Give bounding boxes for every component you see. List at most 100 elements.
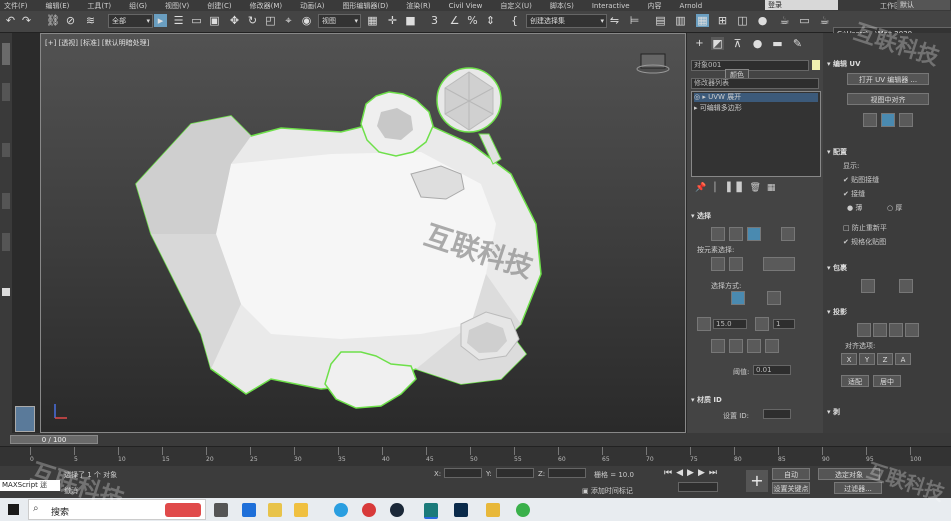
menu-item[interactable]: 修改器(M) (246, 1, 283, 11)
add-time-tag[interactable]: ▣ 添加时间标记 (582, 486, 633, 496)
render-setup-icon[interactable]: ☕ (778, 14, 791, 27)
workspace-select[interactable]: 默认 (897, 0, 950, 10)
place-icon[interactable]: ⌖ (282, 14, 295, 27)
align-y-button[interactable]: Y (859, 353, 875, 365)
menu-item[interactable]: Interactive (588, 2, 630, 10)
projection-title[interactable]: 投影 (827, 307, 847, 317)
modifier-list-dropdown[interactable]: 修改器列表 (691, 78, 819, 89)
keyboard-shortcut-icon[interactable]: ■ (404, 14, 417, 27)
layer-explorer-icon[interactable]: ▥ (674, 14, 687, 27)
material-id-rollout-title[interactable]: 材质 ID (691, 395, 722, 405)
tweak-active-icon[interactable] (881, 113, 895, 127)
menu-item[interactable]: 组(G) (125, 1, 147, 11)
menu-item[interactable]: 视图(V) (161, 1, 189, 11)
object-paint-tab[interactable] (2, 193, 10, 209)
scale-icon[interactable]: ◰ (264, 14, 277, 27)
selection-filter-dropdown[interactable]: 全部 (108, 14, 153, 28)
menu-item[interactable]: 文件(F) (0, 1, 28, 11)
move-icon[interactable]: ✥ (228, 14, 241, 27)
task-view-icon[interactable] (214, 503, 228, 517)
planar-map-icon[interactable] (857, 323, 871, 337)
modify-tab-icon[interactable]: ◩ (711, 37, 724, 50)
z-coord-field[interactable] (548, 468, 586, 478)
y-coord-field[interactable] (496, 468, 534, 478)
redo-icon[interactable]: ↷ (20, 14, 33, 27)
perspective-viewport[interactable]: [+] [透视] [标准] [默认明暗处理] 互联科技 (15, 33, 686, 433)
select-by-mode-icon[interactable] (731, 291, 745, 305)
unlink-icon[interactable]: ⊘ (64, 14, 77, 27)
3dsmax-icon[interactable] (424, 503, 438, 519)
material-editor-icon[interactable]: ● (756, 14, 769, 27)
angle-value-field[interactable]: 15.0 (713, 319, 747, 329)
display-tab-icon[interactable]: ▬ (771, 37, 784, 50)
menu-item[interactable]: 渲染(R) (402, 1, 430, 11)
menu-item[interactable]: 自定义(U) (496, 1, 532, 11)
box-map-icon[interactable] (905, 323, 919, 337)
populate-tab[interactable] (2, 233, 10, 251)
folder-icon[interactable] (294, 503, 308, 517)
steam-icon[interactable] (390, 503, 404, 517)
selection-rollout-title[interactable]: 选择 (691, 211, 711, 221)
align-z-button[interactable]: Z (877, 353, 893, 365)
explorer-icon[interactable] (268, 503, 282, 517)
selection-tab[interactable] (2, 143, 10, 157)
select-y-icon[interactable] (729, 339, 743, 353)
align-icon[interactable]: ⊨ (628, 14, 641, 27)
login-field[interactable]: 登录 (765, 0, 838, 10)
edge-mode-icon[interactable] (729, 227, 743, 241)
track-bar[interactable]: 0 5 10 15 20 25 30 35 40 45 50 55 60 65 70 75 80 85 90 95 10… (0, 446, 951, 467)
map-seams-checkbox[interactable]: ✔ 贴图接缝 (843, 175, 879, 185)
view-align-button[interactable]: 视图中对齐 (847, 93, 929, 105)
stack-controls[interactable]: 📌│▐▊🗑▦ (695, 183, 781, 193)
menu-item[interactable]: 脚本(S) (546, 1, 574, 11)
folder2-icon[interactable] (486, 503, 500, 517)
undo-icon[interactable]: ↶ (4, 14, 17, 27)
edit-uv-title[interactable]: 编辑 UV (827, 59, 861, 69)
ignore-backface-icon[interactable] (767, 291, 781, 305)
photoshop-icon[interactable] (454, 503, 468, 517)
motion-tab-icon[interactable]: ● (751, 37, 764, 50)
scene-explorer-icon[interactable]: ▤ (654, 14, 667, 27)
schematic-view-icon[interactable]: ◫ (736, 14, 749, 27)
reference-coordinate-dropdown[interactable]: 视图 (318, 14, 361, 28)
select-z-icon[interactable] (747, 339, 761, 353)
wechat-icon[interactable] (516, 503, 530, 517)
modifier-stack[interactable]: ◎ ▸ UVW 展开 ▸ 可编辑多边形 (691, 91, 821, 177)
grid-select-icon[interactable] (755, 317, 769, 331)
threshold-field[interactable]: 0.01 (753, 365, 791, 375)
align-average-button[interactable]: A (895, 353, 911, 365)
spherical-map-icon[interactable] (889, 323, 903, 337)
pivot-icon[interactable]: ▦ (366, 14, 379, 27)
menu-item[interactable]: 动画(A) (296, 1, 324, 11)
unfold-map-icon[interactable] (899, 279, 913, 293)
taskbar-search[interactable]: ⌕ 搜索 (28, 499, 206, 520)
maxscript-listener[interactable]: MAXScript 迷 (0, 480, 60, 491)
thin-radio[interactable]: ● 薄 (847, 203, 862, 213)
menu-item[interactable]: 创建(C) (203, 1, 231, 11)
x-coord-field[interactable] (444, 468, 482, 478)
view-cube[interactable] (636, 53, 670, 74)
select-all-icon[interactable] (765, 339, 779, 353)
rect-select-icon[interactable]: ▭ (190, 14, 203, 27)
mirror-icon[interactable]: ⇋ (608, 14, 621, 27)
menu-item[interactable]: 图形编辑器(D) (338, 1, 388, 11)
stack-item-editable-poly[interactable]: ▸ 可编辑多边形 (694, 103, 742, 113)
render-icon[interactable]: ☕ (818, 14, 831, 27)
angle-snap-icon[interactable]: ∠ (448, 14, 461, 27)
bind-spacewarp-icon[interactable]: ≋ (84, 14, 97, 27)
named-selection-set-dropdown[interactable]: 创建选择集 (526, 14, 607, 28)
menu-item[interactable]: Civil View (445, 2, 483, 10)
game-panel-model[interactable] (135, 67, 542, 409)
object-name-field[interactable]: 对象001 (691, 60, 809, 71)
menu-item[interactable]: 编辑(E) (42, 1, 70, 11)
app-icon-1[interactable] (242, 503, 256, 517)
key-filters-button[interactable]: 过滤器... (834, 482, 882, 494)
current-frame-field[interactable] (678, 482, 718, 492)
utilities-tab-icon[interactable]: ✎ (791, 37, 804, 50)
cylindrical-map-icon[interactable] (873, 323, 887, 337)
open-uv-editor-button[interactable]: 打开 UV 编辑器 ... (847, 73, 929, 85)
select-by-name-icon[interactable]: ☰ (172, 14, 185, 27)
angle-select-icon[interactable] (697, 317, 711, 331)
netease-icon[interactable] (362, 503, 376, 517)
polygon-mode-icon[interactable] (747, 227, 761, 241)
